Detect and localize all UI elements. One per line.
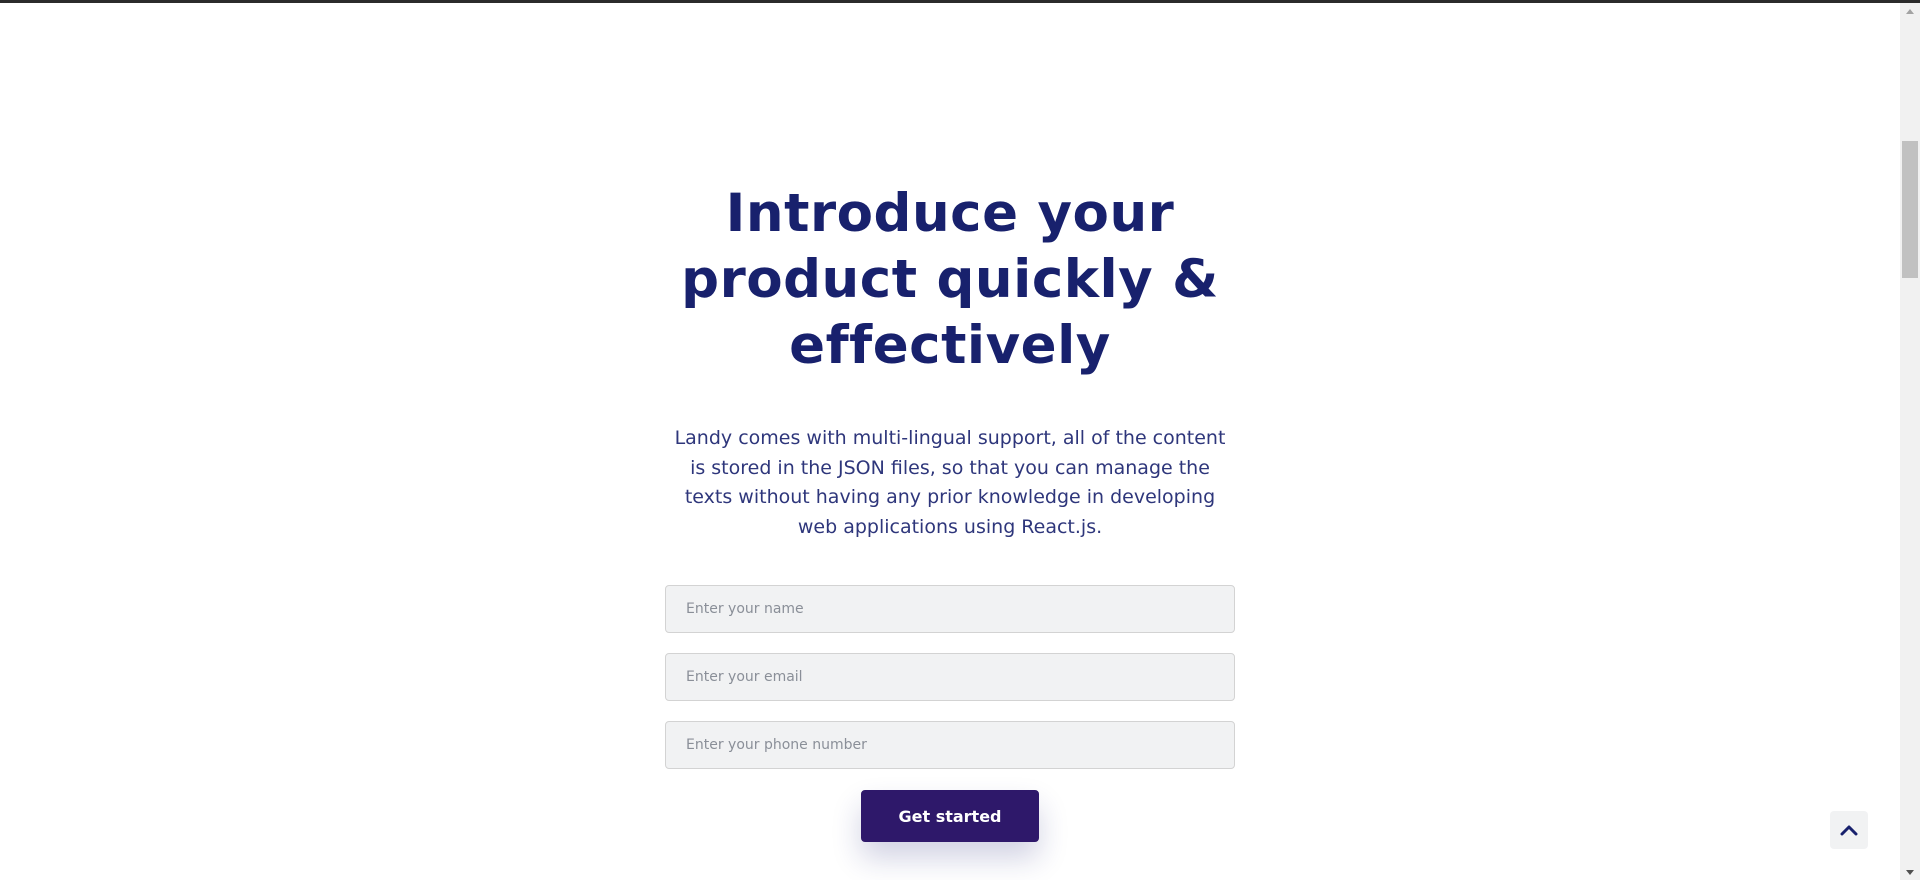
chevron-up-icon xyxy=(1840,825,1858,836)
scroll-up-arrow-icon[interactable] xyxy=(1900,3,1920,19)
get-started-button[interactable]: Get started xyxy=(861,790,1039,842)
landing-page: Introduce your product quickly & effecti… xyxy=(0,3,1900,880)
name-input[interactable] xyxy=(665,585,1235,633)
vertical-scrollbar[interactable] xyxy=(1900,3,1920,880)
email-input[interactable] xyxy=(665,653,1235,701)
scroll-to-top-button[interactable] xyxy=(1830,811,1868,849)
hero-title: Introduce your product quickly & effecti… xyxy=(681,183,1219,376)
scrollbar-thumb[interactable] xyxy=(1902,141,1918,278)
phone-input[interactable] xyxy=(665,721,1235,769)
scroll-down-arrow-icon[interactable] xyxy=(1900,864,1920,880)
hero-description: Landy comes with multi-lingual support, … xyxy=(674,427,1226,538)
